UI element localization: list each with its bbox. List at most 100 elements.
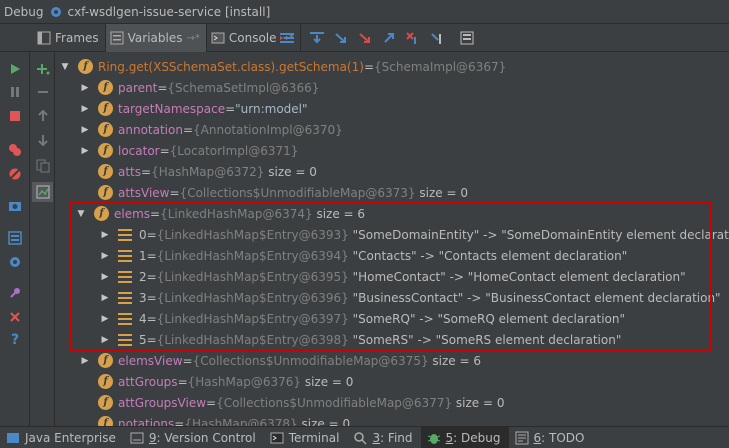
no-arrow-spacer [80,419,90,427]
tool-debug-label: : Debug [453,430,501,445]
field-extra: size = 0 [304,374,354,389]
close-icon[interactable] [5,307,25,327]
collapsed-arrow-icon[interactable]: ▶ [80,83,90,93]
tree-row-attGroups[interactable]: f attGroups = {HashMap@6376} size = 0 [80,371,353,392]
view-breakpoints-icon[interactable] [5,140,25,160]
tab-pin-icon[interactable]: →* [186,33,199,44]
variables-side-toolbar [30,52,55,426]
field-reference: {Collections$UnmodifiableMap@6375} [192,353,429,368]
run-to-cursor-icon[interactable] [425,26,449,50]
field-icon: f [98,185,113,200]
step-over-icon[interactable] [305,26,329,50]
tool-java-enterprise-label: Java Enterprise [25,430,116,445]
field-icon: f [98,395,113,410]
debug-title-bar: Debug cxf-wsdlgen-issue-service [install… [0,0,729,24]
tool-java-enterprise[interactable]: Java Enterprise [0,427,124,448]
tree-root-row[interactable]: ▼ f Ring.get(XSSchemaSet.class).getSchema(… [60,56,506,77]
debug-left-toolbar: ? [0,24,30,426]
collapsed-arrow-icon[interactable]: ▶ [80,125,90,135]
elems-highlight-box [69,202,712,351]
field-name: atts [118,164,142,179]
gear-icon[interactable] [49,5,63,19]
collapsed-arrow-icon[interactable]: ▶ [80,356,90,366]
field-reference: {HashMap@6376} [187,374,301,389]
move-down-icon[interactable] [32,130,53,150]
expanded-arrow-icon[interactable]: ▼ [60,62,70,72]
tool-terminal[interactable]: Terminal [264,427,348,448]
tab-frames[interactable]: Frames [33,24,106,52]
tree-row-parent[interactable]: ▶ f parent = {SchemaSetImpl@6366} [80,77,319,98]
mute-breakpoints-icon[interactable] [5,164,25,184]
field-name: attGroups [118,374,178,389]
step-into-icon[interactable] [329,26,353,50]
no-arrow-spacer [80,167,90,177]
root-expression: Ring.get(XSSchemaSet.class).getSchema(1) [98,59,364,74]
version-control-icon [130,431,144,445]
tool-debug[interactable]: 5: Debug [420,427,509,448]
tree-row-attsView[interactable]: f attsView = {Collections$UnmodifiableMap… [80,182,468,203]
collapsed-arrow-icon[interactable]: ▶ [80,146,90,156]
field-reference: {HashMap@6378} [184,416,298,427]
field-reference: {LocatorImpl@6371} [169,143,299,158]
field-reference: {AnnotationImpl@6370} [193,122,343,137]
camera-icon[interactable] [5,196,25,216]
run-configuration-name: cxf-wsdlgen-issue-service [install] [67,4,271,19]
tree-row-atts[interactable]: f atts = {HashMap@6372} size = 0 [80,161,317,182]
equals-sign: = [157,80,168,95]
pause-icon[interactable] [5,82,25,102]
field-icon: f [98,353,113,368]
copy-icon[interactable] [32,156,53,176]
tool-debug-key: 5 [445,430,454,445]
tool-find[interactable]: 3: Find [347,427,420,448]
debug-title: Debug [4,4,44,19]
java-enterprise-icon [6,431,20,445]
field-extra: size = 0 [268,164,317,179]
tree-row-elemsView[interactable]: ▶ f elemsView = {Collections$UnmodifiableM… [80,350,481,371]
field-icon: f [98,416,113,426]
field-name: notations [118,416,175,427]
tool-version-control-key: 9 [148,430,157,445]
tool-todo-label: : TODO [541,430,585,445]
tool-find-key: 3 [372,430,381,445]
tab-variables-label: Variables [127,31,183,45]
force-step-into-icon[interactable] [353,26,377,50]
show-values-inline-icon[interactable] [32,182,53,202]
tree-row-attGroupsView[interactable]: f attGroupsView = {Collections$Unmodifiab… [80,392,505,413]
field-icon: f [98,374,113,389]
evaluate-expression-icon[interactable] [455,26,479,50]
frames-icon [37,31,51,45]
tree-row-locator[interactable]: ▶ f locator = {LocatorImpl@6371} [80,140,298,161]
field-name: targetNamespace [118,101,226,116]
pin-icon[interactable] [5,283,25,303]
equals-sign: = [182,353,193,368]
field-name: elemsView [118,353,183,368]
tab-variables[interactable]: Variables →* [105,24,207,52]
help-icon[interactable]: ? [5,330,25,350]
stop-icon[interactable] [5,106,25,126]
step-out-icon[interactable] [377,26,401,50]
collapsed-arrow-icon[interactable]: ▶ [80,104,90,114]
remove-watch-icon[interactable] [32,82,53,102]
equals-sign: = [169,185,180,200]
field-extra: size = 6 [432,353,482,368]
settings-icon[interactable] [5,252,25,272]
field-name: locator [118,143,160,158]
tool-version-control-label: : Version Control [156,430,256,445]
new-watch-icon[interactable] [32,59,53,79]
tree-row-targetNamespace[interactable]: ▶ f targetNamespace = "urn:model" [80,98,308,119]
show-execution-point-icon[interactable] [275,26,299,50]
field-reference: {Collections$UnmodifiableMap@6377} [216,395,453,410]
tree-row-notations[interactable]: f notations = {HashMap@6378} size = 0 [80,413,350,426]
field-reference: {HashMap@6372} [151,164,265,179]
field-name: parent [118,80,158,95]
field-extra: size = 0 [455,395,505,410]
move-up-icon[interactable] [32,106,53,126]
drop-frame-icon[interactable] [401,26,425,50]
layout-icon[interactable] [5,228,25,248]
resume-icon[interactable] [5,59,25,79]
tool-version-control[interactable]: 9: Version Control [124,427,264,448]
tool-terminal-label: Terminal [288,430,340,445]
field-icon: f [98,80,113,95]
tree-row-annotation[interactable]: ▶ f annotation = {AnnotationImpl@6370} [80,119,343,140]
tool-todo[interactable]: 6: TODO [509,427,593,448]
